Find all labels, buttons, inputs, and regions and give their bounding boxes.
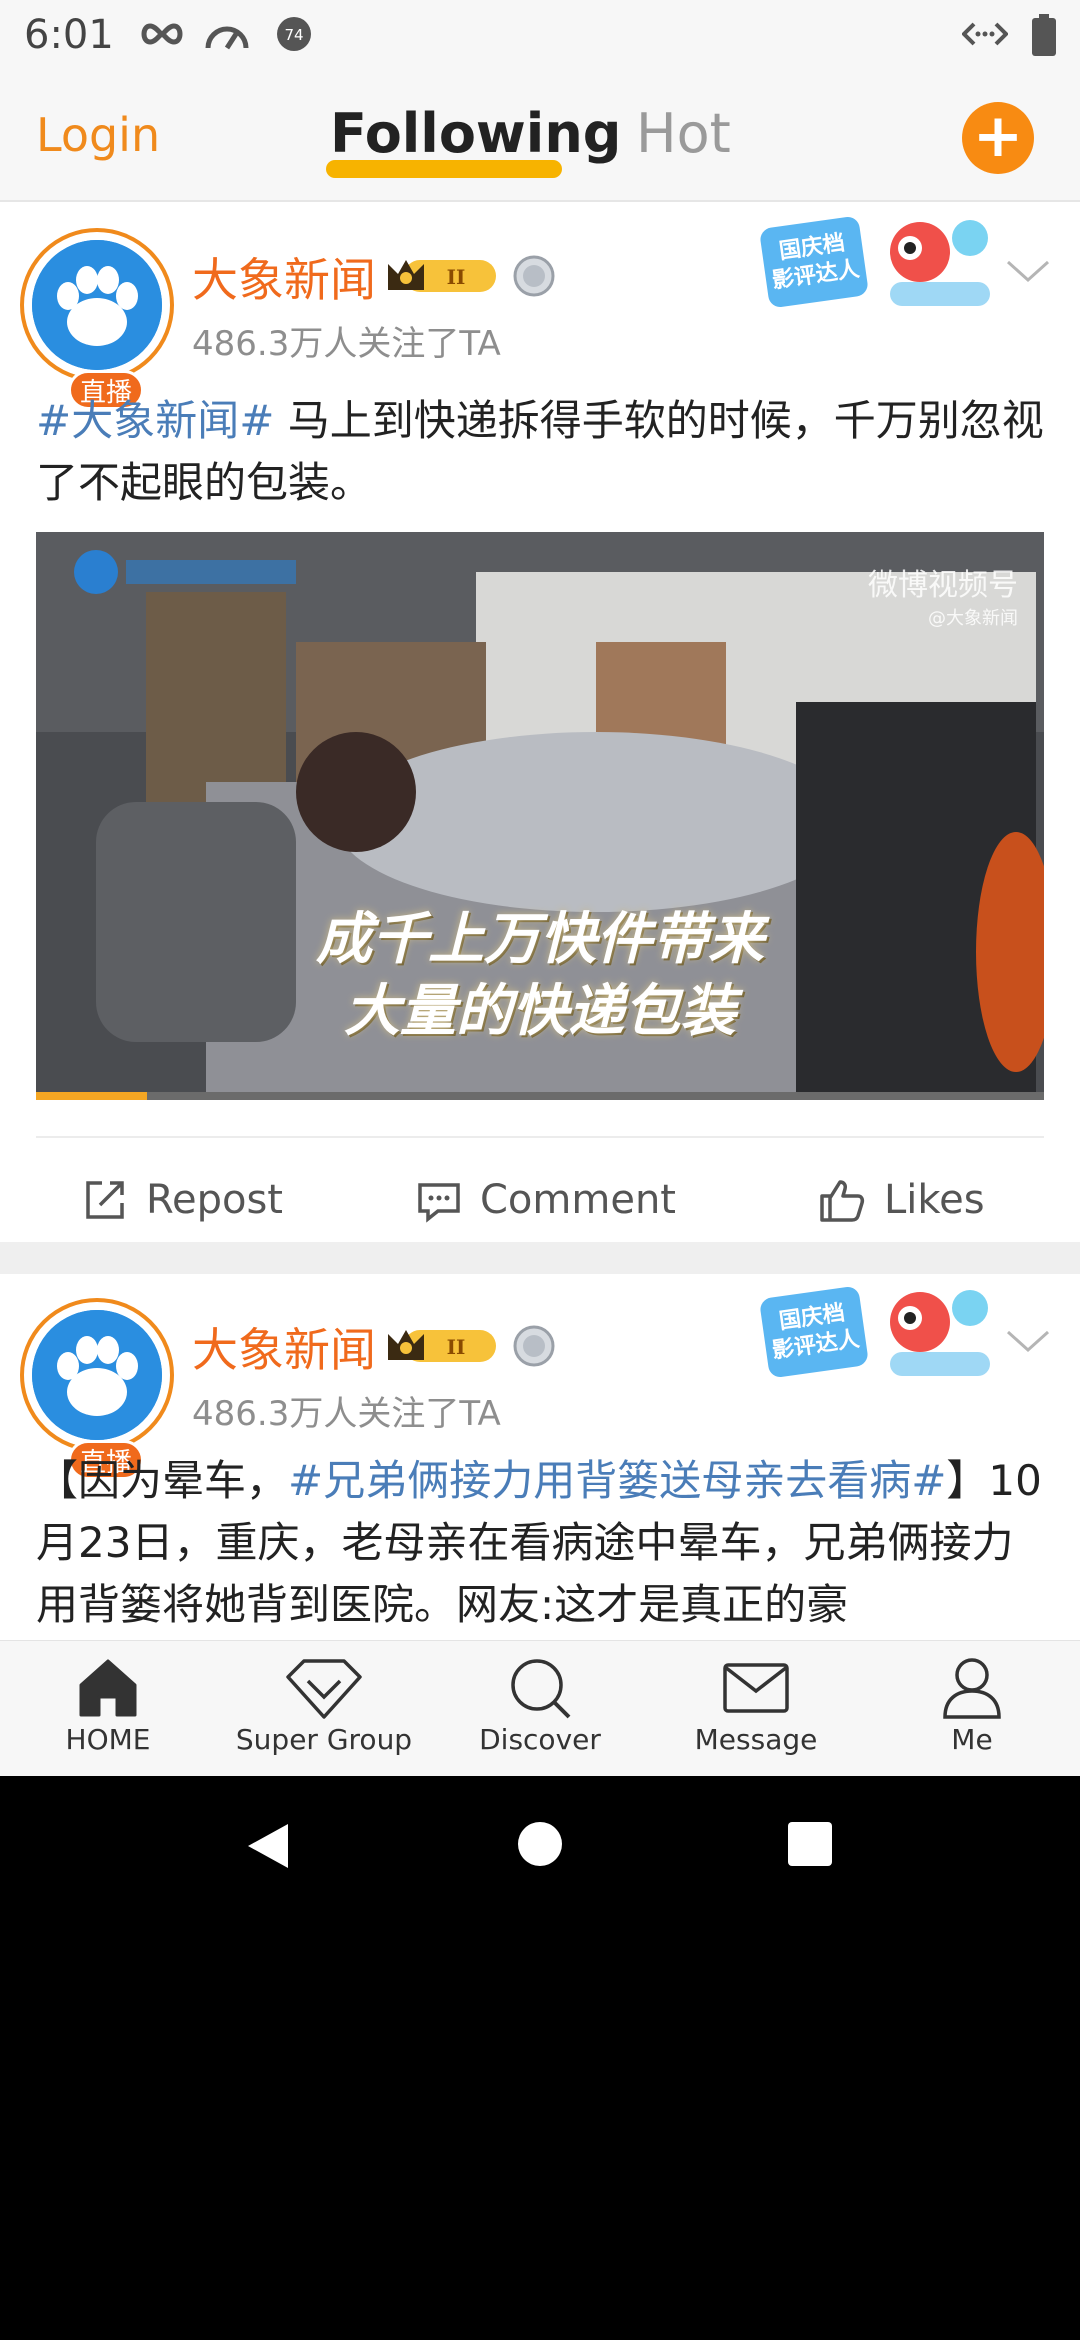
- speedometer-icon: [205, 26, 249, 50]
- svg-text:II: II: [447, 1335, 466, 1359]
- vip-crown-badge-icon: II: [388, 1330, 496, 1362]
- follower-count: 486.3万人关注了TA: [192, 324, 501, 364]
- diamond-icon: [286, 1659, 362, 1719]
- mail-icon: [723, 1663, 789, 1713]
- back-nav-icon[interactable]: [244, 1820, 292, 1872]
- video-player[interactable]: 成千上万快件带来 大量的快递包装 微博视频号 @大象新闻: [36, 532, 1044, 1100]
- video-watermark: 微博视频号 @大象新闻: [868, 568, 1018, 629]
- home-nav-icon[interactable]: [516, 1820, 564, 1868]
- chevron-down-icon[interactable]: [1004, 1326, 1052, 1356]
- tab-home[interactable]: HOME: [8, 1655, 208, 1756]
- svg-text:II: II: [447, 265, 466, 289]
- data-arrows-icon: [962, 22, 1008, 46]
- paw-logo-icon: [32, 1310, 162, 1440]
- promo-sticker-icon[interactable]: 国庆档 影评达人: [760, 1278, 1000, 1396]
- notification-badge-icon: 74: [277, 17, 311, 51]
- tab-message[interactable]: Message: [656, 1655, 856, 1756]
- battery-icon: [1032, 14, 1056, 56]
- feed-separator: [0, 1242, 1080, 1274]
- post-prefix: 【因为晕车，: [36, 1456, 289, 1505]
- video-caption-line1: 成千上万快件带来: [316, 907, 764, 972]
- paw-logo-icon: [32, 240, 162, 370]
- tab-discover[interactable]: Discover: [440, 1655, 640, 1756]
- username[interactable]: 大象新闻: [192, 1314, 376, 1380]
- repost-button[interactable]: Repost: [82, 1170, 283, 1230]
- vip-crown-badge-icon: II: [388, 260, 496, 292]
- medal-icon: [513, 255, 555, 297]
- search-icon: [511, 1659, 571, 1719]
- home-icon: [79, 1659, 137, 1717]
- post-text: 【因为晕车，#兄弟俩接力用背篓送母亲去看病#】10月23日，重庆，老母亲在看病途…: [36, 1450, 1048, 1636]
- status-bar: 6:01 74: [0, 0, 1080, 72]
- svg-text:74: 74: [284, 26, 303, 44]
- chevron-down-icon[interactable]: [1004, 256, 1052, 286]
- recents-nav-icon[interactable]: [786, 1820, 834, 1868]
- repost-icon: [86, 1181, 124, 1219]
- feed-post[interactable]: 直播 大象新闻 II 486.3万人关注了TA 国庆档 影评达人 【因为晕车，#…: [0, 1274, 1080, 1640]
- medal-icon: [513, 1325, 555, 1367]
- person-icon: [943, 1658, 1001, 1719]
- login-button[interactable]: Login: [36, 108, 160, 162]
- promo-sticker-icon[interactable]: 国庆档 影评达人: [760, 208, 1000, 326]
- status-time: 6:01: [24, 12, 114, 58]
- top-nav: Login Following Hot +: [0, 72, 1080, 202]
- follower-count: 486.3万人关注了TA: [192, 1394, 501, 1434]
- avatar[interactable]: 直播: [20, 1298, 174, 1480]
- tab-hot[interactable]: Hot: [636, 102, 731, 165]
- tab-following[interactable]: Following: [330, 102, 621, 165]
- video-progress-bar[interactable]: [36, 1092, 1044, 1100]
- like-button[interactable]: Likes: [818, 1170, 985, 1230]
- tab-me[interactable]: Me: [872, 1655, 1072, 1756]
- comment-icon: [418, 1183, 460, 1223]
- app-screen: 6:01 74 Login Following Hot + 直播 大象新闻 II…: [0, 0, 1080, 1776]
- hashtag-link[interactable]: #兄弟俩接力用背篓送母亲去看病#: [288, 1456, 946, 1505]
- tab-super-group[interactable]: Super Group: [224, 1655, 424, 1756]
- username[interactable]: 大象新闻: [192, 244, 376, 310]
- thumbs-up-icon: [820, 1180, 865, 1222]
- avatar[interactable]: 直播: [20, 228, 174, 410]
- comment-button[interactable]: Comment: [416, 1170, 676, 1230]
- video-caption-line2: 大量的快递包装: [344, 979, 736, 1044]
- system-nav-bar: [0, 1776, 1080, 1920]
- compose-plus-button[interactable]: +: [962, 102, 1034, 174]
- infinity-icon: [141, 23, 183, 45]
- video-progress-fill: [36, 1092, 147, 1100]
- bottom-tab-bar: HOME Super Group Discover Message Me: [0, 1640, 1080, 1776]
- post-text: #大象新闻# 马上到快递拆得手软的时候，千万别忽视了不起眼的包装。: [36, 390, 1048, 514]
- feed-post[interactable]: 直播 大象新闻 II 486.3万人关注了TA 国庆档 影评达人 #大象新闻#: [0, 204, 1080, 1242]
- hashtag-link[interactable]: #大象新闻#: [36, 396, 274, 445]
- divider: [36, 1136, 1044, 1138]
